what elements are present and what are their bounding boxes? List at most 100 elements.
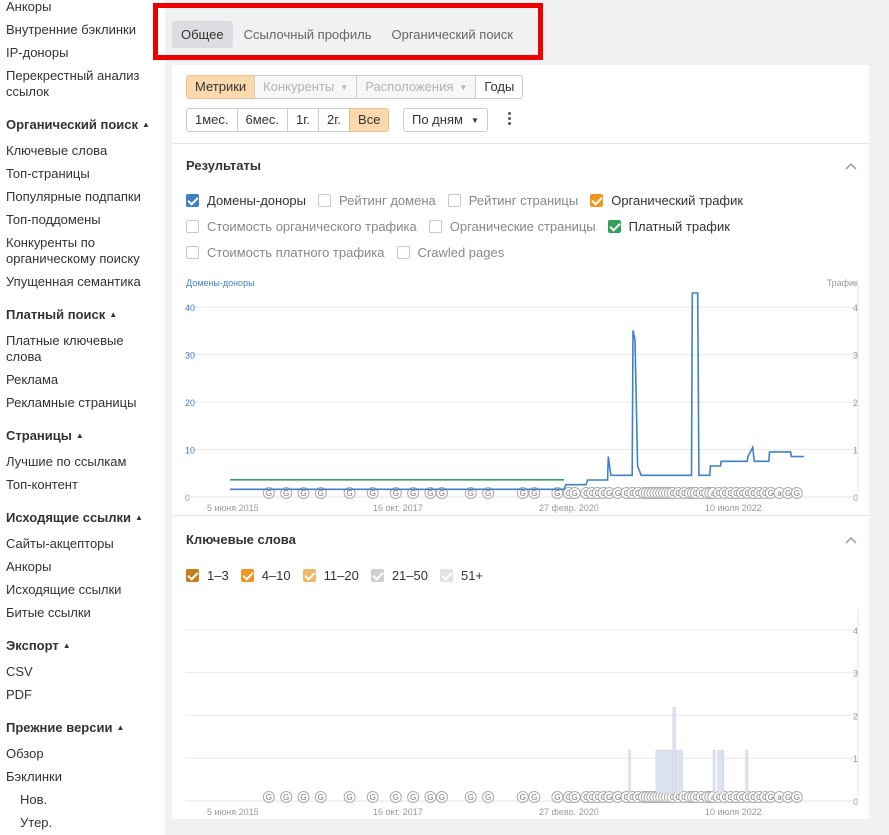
sidebar-item-13[interactable]: Реклама [6,369,161,392]
sidebar-item-8[interactable]: Топ-поддомены [6,209,161,232]
position-checkbox-0[interactable]: 1–3 [186,568,229,583]
sidebar-heading-11[interactable]: Платный поиск ▲ [6,294,161,330]
sidebar-item-1[interactable]: Внутренние бэклинки [6,19,161,42]
annotation-marker[interactable]: G [528,791,541,803]
annotation-marker[interactable]: G [343,791,356,803]
checkbox-box[interactable] [590,193,604,207]
sidebar-heading-26[interactable]: Прежние версии ▲ [6,707,161,743]
checkbox-box[interactable] [186,568,199,582]
sidebar-heading-18[interactable]: Исходящие ссылки ▲ [6,497,161,533]
annotation-marker[interactable]: G [314,791,327,803]
metric-checkbox-1-0[interactable]: Стоимость органического трафика [186,219,417,234]
metric-checkbox-2-0[interactable]: Стоимость платного трафика [186,245,385,260]
bar-0-4[interactable] [712,749,716,794]
sidebar-item-25[interactable]: PDF [6,684,161,707]
bar-0-6[interactable] [745,749,749,794]
annotation-marker[interactable]: G [568,487,581,499]
collapse-chevron-icon[interactable] [844,159,858,173]
sidebar-item-6[interactable]: Топ-страницы [6,163,161,186]
annotation-marker[interactable]: G [482,791,495,803]
more-options-icon[interactable] [504,110,514,128]
annotation-marker[interactable]: G [297,791,310,803]
period-all-button[interactable]: Все [349,108,390,132]
sidebar-item-10[interactable]: Упущенная семантика [6,271,161,294]
metric-checkbox-0-1[interactable]: Рейтинг домена [318,193,436,208]
metric-checkbox-0-3[interactable]: Органический трафик [590,193,743,208]
sidebar-item-3[interactable]: Перекрестный анализ ссылок [6,65,161,104]
sidebar-item-30[interactable]: Утер. [6,812,161,835]
metric-checkbox-1-2[interactable]: Платный трафик [607,219,730,234]
years-button[interactable]: Годы [475,75,524,99]
sidebar-item-14[interactable]: Рекламные страницы [6,392,161,415]
annotation-marker[interactable]: G [790,487,803,499]
annotation-marker[interactable]: G [568,791,581,803]
annotation-marker[interactable]: G [389,791,402,803]
sidebar-heading-15[interactable]: Страницы ▲ [6,415,161,451]
metric-checkbox-1-1[interactable]: Органические страницы [428,219,596,234]
checkbox-box[interactable] [240,568,254,582]
position-checkbox-3[interactable]: 21–50 [370,568,428,583]
sidebar-item-16[interactable]: Лучшие по ссылкам [6,451,161,474]
metrics-button[interactable]: Метрики [186,75,256,99]
annotation-marker[interactable]: G [280,791,293,803]
annotation-marker[interactable]: G [424,791,437,803]
sidebar-item-19[interactable]: Сайты-акцепторы [6,533,161,556]
sidebar-item-17[interactable]: Топ-контент [6,474,161,497]
checkbox-box[interactable] [186,193,199,207]
sidebar-item-12[interactable]: Платные ключевые слова [6,330,161,369]
annotation-marker[interactable]: G [464,791,477,803]
checkbox-box[interactable] [302,568,316,582]
bar-0-2[interactable] [672,707,676,794]
checkbox-box[interactable] [186,219,199,233]
sidebar-item-22[interactable]: Битые ссылки [6,602,161,625]
bar-0-5[interactable] [717,749,725,794]
sidebar-heading-4[interactable]: Органический поиск ▲ [6,104,161,140]
series-line-0[interactable] [230,292,804,491]
keywords-chart[interactable]: 01234GGGGGGGGGGGGGGGGGGGGGGGGGGGGGGGGGGG… [172,595,869,815]
checkbox-box[interactable] [186,245,199,259]
annotation-marker[interactable]: G [366,791,379,803]
sidebar-item-5[interactable]: Ключевые слова [6,140,161,163]
position-checkbox-2[interactable]: 11–20 [302,568,359,583]
sidebar-item-24[interactable]: CSV [6,661,161,684]
sidebar-item-2[interactable]: IP-доноры [6,42,161,65]
sidebar-heading-23[interactable]: Экспорт ▲ [6,625,161,661]
bar-0-1[interactable] [655,749,674,794]
period-2y-button[interactable]: 2г. [318,108,351,132]
period-1y-button[interactable]: 1г. [287,108,320,132]
checkbox-box[interactable] [396,245,410,259]
position-checkbox-1[interactable]: 4–10 [240,568,291,583]
sidebar-item-29[interactable]: Нов. [6,789,161,812]
annotation-marker[interactable]: G [551,791,564,803]
metric-checkbox-0-0[interactable]: Домены-доноры [186,193,306,208]
sidebar-item-21[interactable]: Исходящие ссылки [6,579,161,602]
metric-checkbox-0-2[interactable]: Рейтинг страницы [447,193,578,208]
checkbox-box[interactable] [370,568,384,582]
checkbox-box[interactable] [428,219,442,233]
period-1m-button[interactable]: 1мес. [186,108,238,132]
sidebar-item-9[interactable]: Конкуренты по органическому поиску [6,232,161,271]
sidebar-item-0[interactable]: Анкоры [6,0,161,19]
checkbox-box[interactable] [318,193,331,207]
sidebar-item-20[interactable]: Анкоры [6,556,161,579]
annotation-marker[interactable]: G [790,791,803,803]
collapse-chevron-icon[interactable] [844,533,858,547]
period-6m-button[interactable]: 6мес. [236,108,289,132]
checkbox-box[interactable] [439,568,453,582]
granularity-dropdown[interactable]: По дням ▼ [403,108,488,132]
competitors-dropdown[interactable]: Конкуренты ▼ [254,75,358,99]
annotation-marker[interactable]: G [262,791,275,803]
metric-checkbox-2-1[interactable]: Crawled pages [396,245,504,260]
bar-0-0[interactable] [628,749,631,794]
checkbox-box[interactable] [607,219,621,233]
results-chart[interactable]: Домены-доноры Трафик01234010203040G G G G G G G… [172,270,869,515]
sidebar-item-28[interactable]: Бэклинки [6,766,161,789]
sidebar-item-27[interactable]: Обзор [6,743,161,766]
annotation-marker[interactable]: G [516,791,529,803]
sidebar-item-7[interactable]: Популярные подпапки [6,186,161,209]
bar-0-3[interactable] [675,749,683,794]
position-checkbox-4[interactable]: 51+ [439,568,483,583]
annotation-marker[interactable]: G [435,791,448,803]
annotation-marker[interactable]: G [407,791,420,803]
checkbox-box[interactable] [447,193,461,207]
